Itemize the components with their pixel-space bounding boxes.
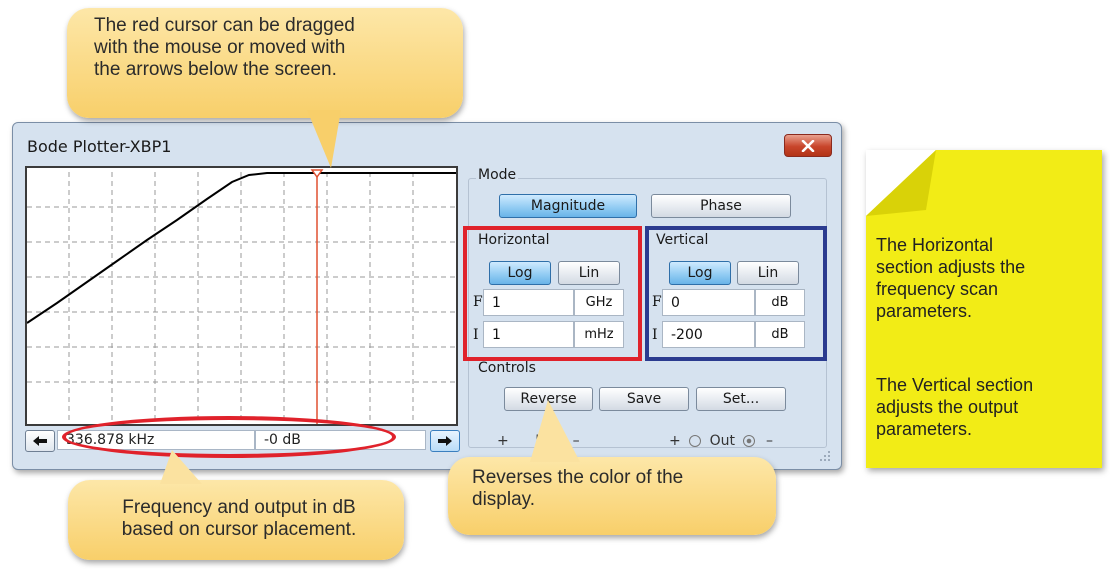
phase-button[interactable]: Phase bbox=[651, 194, 791, 218]
cursor-right-button[interactable] bbox=[430, 430, 460, 452]
input-plus-label: + bbox=[497, 433, 509, 449]
output-terminals: + Out – bbox=[669, 433, 773, 449]
resize-grip-icon[interactable] bbox=[819, 450, 831, 462]
output-ground-icon[interactable] bbox=[743, 435, 756, 447]
output-minus-label: – bbox=[765, 433, 773, 449]
reverse-callout-pointer bbox=[530, 400, 580, 462]
cursor-callout-pointer bbox=[307, 110, 341, 168]
reverse-callout-line: display. bbox=[472, 489, 536, 510]
output-terminal-icon[interactable] bbox=[689, 435, 702, 447]
horizontal-highlight bbox=[463, 226, 642, 361]
note-vertical-line: parameters. bbox=[876, 419, 973, 439]
plot-grid bbox=[27, 172, 456, 420]
note-horizontal-line: parameters. bbox=[876, 301, 973, 321]
readout-callout-line: Frequency and output in dB bbox=[122, 497, 356, 518]
readout-callout-pointer bbox=[160, 450, 202, 484]
readout-callout-line: based on cursor placement. bbox=[121, 519, 357, 540]
cursor-callout-line: with the mouse or moved with bbox=[94, 37, 346, 58]
controls-label: Controls bbox=[476, 360, 538, 376]
magnitude-button[interactable]: Magnitude bbox=[499, 194, 637, 218]
arrow-right-icon bbox=[438, 436, 452, 446]
note-vertical-line: The Vertical section bbox=[876, 375, 1034, 395]
note-horizontal-line: frequency scan bbox=[876, 279, 999, 299]
close-icon bbox=[801, 139, 815, 152]
set-button[interactable]: Set... bbox=[696, 387, 786, 411]
output-terminal-label: Out bbox=[709, 433, 736, 449]
note-folded-corner bbox=[866, 150, 936, 216]
vertical-highlight bbox=[645, 226, 827, 361]
cursor-callout: The red cursor can be dragged with the m… bbox=[67, 8, 463, 118]
cursor-callout-line: the arrows below the screen. bbox=[94, 59, 337, 80]
reverse-callout-line: Reverses the color of the bbox=[472, 467, 684, 488]
note-vertical-line: adjusts the output bbox=[876, 397, 1019, 417]
cursor-callout-line: The red cursor can be dragged bbox=[94, 15, 355, 36]
plot-screen[interactable] bbox=[25, 166, 458, 426]
reverse-callout: Reverses the color of the display. bbox=[448, 457, 776, 535]
arrow-left-icon bbox=[33, 436, 47, 446]
window-title: Bode Plotter-XBP1 bbox=[27, 137, 172, 156]
mode-label: Mode bbox=[476, 167, 519, 183]
note-horizontal-line: The Horizontal bbox=[876, 235, 994, 255]
cursor-left-button[interactable] bbox=[25, 430, 55, 452]
save-button[interactable]: Save bbox=[599, 387, 689, 411]
bode-plot-canvas bbox=[27, 169, 456, 424]
readout-callout: Frequency and output in dB based on curs… bbox=[68, 480, 404, 560]
readout-highlight bbox=[62, 416, 396, 458]
note-horizontal-line: section adjusts the bbox=[876, 257, 1026, 277]
output-plus-label: + bbox=[669, 433, 681, 449]
close-button[interactable] bbox=[784, 134, 832, 157]
